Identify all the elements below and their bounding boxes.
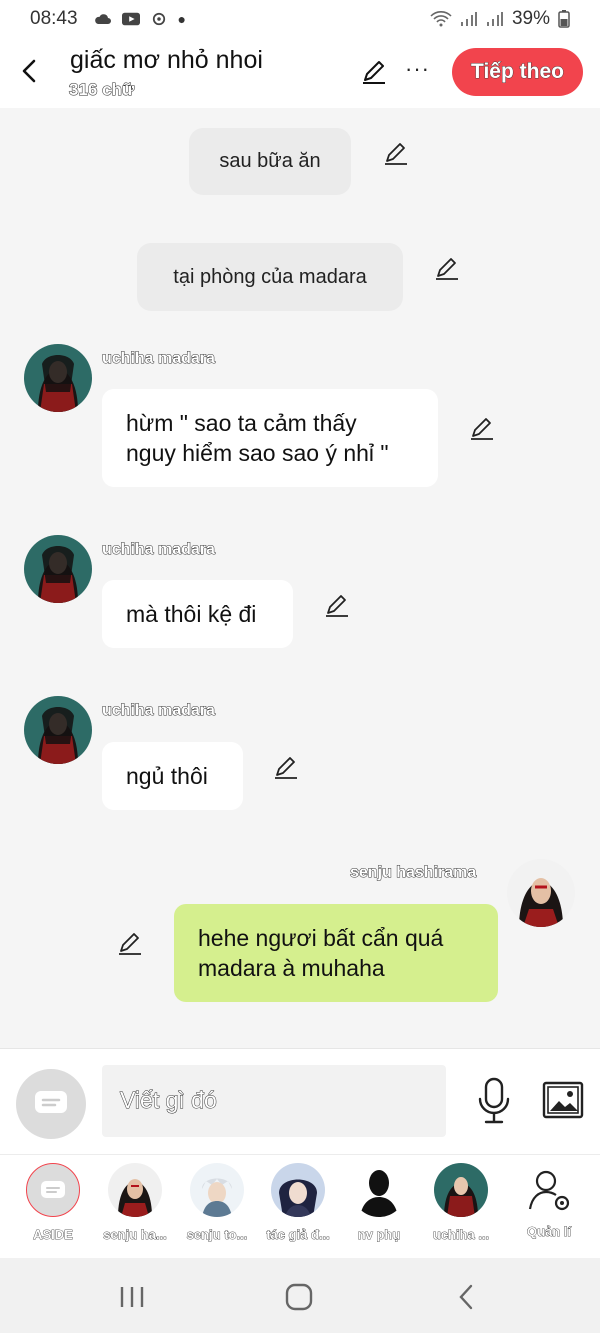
dot-icon: ● <box>177 11 187 27</box>
sender-name: uchiha madara <box>102 541 216 559</box>
manage-characters-button[interactable]: Quản lí <box>509 1163 589 1239</box>
message-input[interactable] <box>102 1065 446 1137</box>
character-label: tác giả đ... <box>266 1227 330 1243</box>
character-label: uchiha ... <box>432 1227 490 1243</box>
microphone-icon[interactable] <box>474 1077 514 1125</box>
status-right: 39% <box>430 8 570 30</box>
message-line: nguy hiểm sao sao ý nhỉ " <box>126 440 389 466</box>
my-message-bubble[interactable]: hehe ngươi bất cẩn quá madara à muhaha <box>174 904 498 1002</box>
narration-bubble[interactable]: tại phòng của madara <box>137 243 403 311</box>
character-uchiha-madara[interactable]: uchiha ... <box>421 1163 501 1242</box>
character-label: senju ha... <box>103 1227 167 1243</box>
message-line: madara à muhaha <box>198 955 385 981</box>
word-count: 316 chữ <box>68 80 135 100</box>
character-side[interactable]: nv phụ <box>339 1163 419 1242</box>
narration-bubble[interactable]: sau bữa ăn <box>189 128 351 195</box>
madara-avatar[interactable] <box>24 696 92 764</box>
chat-area[interactable]: sau bữa ăn tại phòng của madara uchiha m… <box>0 108 600 1048</box>
message-line: hừm " sao ta cảm thấy <box>126 410 357 436</box>
youtube-icon <box>121 12 140 26</box>
message-bubble[interactable]: mà thôi kệ đi <box>102 580 293 648</box>
madara-portrait <box>24 535 92 603</box>
character-label: senju to... <box>186 1227 248 1243</box>
edit-pencil-icon[interactable] <box>382 140 410 168</box>
message-line: ngủ thôi <box>126 763 208 789</box>
wifi-icon <box>430 11 452 27</box>
edit-pencil-icon[interactable] <box>116 930 144 958</box>
aside-toggle-button[interactable] <box>16 1069 86 1139</box>
character-aside[interactable]: ASIDE <box>13 1163 93 1242</box>
next-button[interactable]: Tiếp theo <box>452 48 583 96</box>
character-avatar <box>434 1163 488 1217</box>
top-app-bar: giấc mơ nhỏ nhoi 316 chữ ··· Tiếp theo <box>0 38 600 108</box>
character-avatar <box>190 1163 244 1217</box>
composer-bar: Viết gì đó <box>0 1048 600 1154</box>
hashirama-portrait <box>507 859 575 927</box>
chat-bubble-icon <box>35 1091 67 1113</box>
message-line: hehe ngươi bất cẩn quá <box>198 925 444 951</box>
character-author[interactable]: tác giả đ... <box>258 1163 338 1242</box>
character-avatar <box>271 1163 325 1217</box>
sender-name: uchiha madara <box>102 702 216 720</box>
edit-pencil-icon[interactable] <box>323 592 351 620</box>
character-selector: ASIDE senju ha... senju to... tác giả đ.… <box>0 1154 600 1258</box>
aside-avatar <box>26 1163 80 1217</box>
story-title: giấc mơ nhỏ nhoi <box>70 46 263 74</box>
chevron-left-icon <box>459 1284 473 1310</box>
chevron-left-icon <box>22 59 36 83</box>
recent-apps-button[interactable] <box>112 1280 152 1314</box>
character-label: Quản lí <box>526 1224 572 1240</box>
back-button[interactable] <box>14 56 44 86</box>
signal-icon <box>460 12 477 26</box>
status-bar: 08:43 ● 39% <box>0 0 600 38</box>
notification-icons: ● <box>94 11 186 27</box>
cloud-icon <box>94 14 111 24</box>
edit-pencil-icon[interactable] <box>468 415 496 443</box>
home-icon <box>285 1283 313 1311</box>
edit-pencil-icon[interactable] <box>272 754 300 782</box>
character-senju-tobirama[interactable]: senju to... <box>177 1163 257 1242</box>
hashirama-avatar[interactable] <box>507 859 575 927</box>
battery-icon <box>558 10 570 28</box>
chat-bubble-icon <box>41 1181 65 1198</box>
message-bubble[interactable]: hừm " sao ta cảm thấy nguy hiểm sao sao … <box>102 389 438 487</box>
madara-avatar[interactable] <box>24 344 92 412</box>
system-navigation-bar <box>0 1258 600 1333</box>
sender-name: uchiha madara <box>102 350 216 368</box>
battery-percent: 39% <box>511 8 550 29</box>
madara-portrait <box>24 696 92 764</box>
image-icon[interactable] <box>542 1081 584 1119</box>
character-senju-hashirama[interactable]: senju ha... <box>95 1163 175 1242</box>
character-label: nv phụ <box>357 1227 401 1243</box>
edit-pencil-icon[interactable] <box>433 255 461 283</box>
recent-apps-icon <box>120 1287 144 1307</box>
edit-pencil-icon[interactable] <box>360 58 388 86</box>
signal-icon-2 <box>486 12 503 26</box>
system-back-button[interactable] <box>446 1280 486 1314</box>
character-avatar <box>108 1163 162 1217</box>
home-button[interactable] <box>279 1280 319 1314</box>
status-time: 08:43 <box>30 8 78 29</box>
more-options-button[interactable]: ··· <box>405 56 430 82</box>
message-line: mà thôi kệ đi <box>126 601 257 627</box>
user-settings-icon <box>528 1170 570 1211</box>
madara-portrait <box>24 344 92 412</box>
sender-name: senju hashirama <box>349 864 477 882</box>
sync-icon <box>152 12 165 26</box>
madara-avatar[interactable] <box>24 535 92 603</box>
character-label: ASIDE <box>33 1227 74 1243</box>
message-bubble[interactable]: ngủ thôi <box>102 742 243 810</box>
character-avatar <box>352 1163 406 1217</box>
